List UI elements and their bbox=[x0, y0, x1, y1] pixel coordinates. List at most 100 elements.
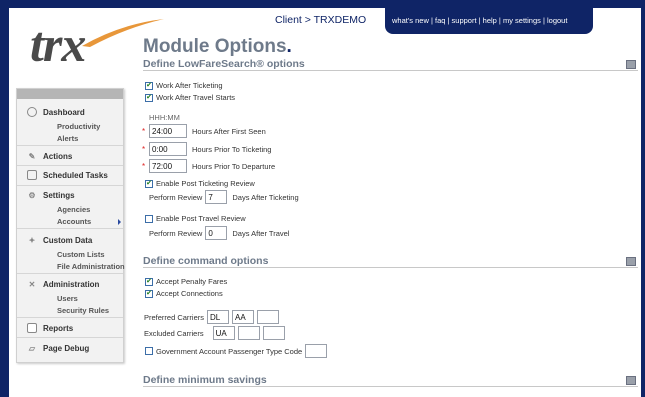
post-ticketing-review-label: Enable Post Ticketing Review bbox=[156, 179, 255, 188]
sidebar-subitem-users[interactable]: Users bbox=[57, 294, 78, 303]
gov-ptc-row[interactable]: Government Account Passenger Type Code bbox=[145, 344, 328, 358]
sidebar-divider bbox=[17, 228, 123, 229]
work-after-travel-label: Work After Travel Starts bbox=[156, 93, 236, 102]
perform-review-ticketing-prefix: Perform Review bbox=[149, 192, 203, 202]
accept-connections-checkbox[interactable]: ✔ bbox=[145, 289, 153, 298]
preferred-carrier-input-2[interactable]: AA bbox=[232, 310, 255, 324]
hours-prior-departure-label: Hours Prior To Departure bbox=[192, 161, 276, 171]
sidebar-item-dashboard[interactable]: Dashboard bbox=[27, 107, 85, 117]
required-marker: * bbox=[142, 145, 146, 154]
required-marker: * bbox=[142, 127, 146, 136]
excluded-carrier-input-3[interactable] bbox=[262, 326, 285, 340]
page-debug-icon: ▱ bbox=[28, 343, 36, 353]
work-after-travel-checkbox[interactable]: ✔ bbox=[145, 93, 153, 102]
sidebar-divider bbox=[17, 273, 123, 274]
sidebar-item-custom-data[interactable]: ✦ Custom Data bbox=[27, 235, 93, 245]
excluded-carriers-row: Excluded Carriers UA bbox=[144, 326, 285, 340]
hours-prior-departure-row: 72:00 Hours Prior To Departure bbox=[149, 159, 275, 173]
preferred-carriers-label: Preferred Carriers bbox=[144, 312, 205, 322]
accept-penalty-fares-label: Accept Penalty Fares bbox=[156, 277, 228, 286]
accept-connections-row[interactable]: ✔ Accept Connections bbox=[145, 289, 223, 298]
perform-review-travel-row: Perform Review 0 Days After Travel bbox=[149, 226, 289, 240]
sidebar-item-label: Dashboard bbox=[43, 107, 85, 117]
sidebar-subitem-file-administration[interactable]: File Administration bbox=[57, 262, 125, 271]
required-marker: * bbox=[142, 162, 146, 171]
accept-connections-label: Accept Connections bbox=[156, 289, 223, 298]
post-ticketing-review-checkbox[interactable]: ✔ bbox=[145, 179, 153, 188]
perform-review-travel-input[interactable]: 0 bbox=[205, 226, 228, 240]
help-icon[interactable] bbox=[626, 60, 636, 69]
sidebar-item-settings[interactable]: ⚙ Settings bbox=[27, 190, 75, 200]
section-divider bbox=[143, 386, 638, 387]
work-after-ticketing-row[interactable]: ✔ Work After Ticketing bbox=[145, 81, 223, 90]
sidebar-subitem-productivity[interactable]: Productivity bbox=[57, 122, 100, 131]
logo-text: trx bbox=[30, 16, 86, 72]
work-after-ticketing-checkbox[interactable]: ✔ bbox=[145, 81, 153, 90]
sidebar-divider bbox=[17, 165, 123, 166]
administration-icon: ✕ bbox=[28, 279, 36, 289]
gov-ptc-checkbox[interactable] bbox=[145, 347, 153, 355]
settings-icon: ⚙ bbox=[28, 190, 36, 200]
sidebar-item-scheduled-tasks[interactable]: Scheduled Tasks bbox=[27, 170, 108, 180]
excluded-carrier-input-1[interactable]: UA bbox=[212, 326, 235, 340]
sidebar-item-administration[interactable]: ✕ Administration bbox=[27, 279, 100, 289]
post-travel-review-label: Enable Post Travel Review bbox=[156, 214, 246, 223]
sidebar-divider bbox=[17, 185, 123, 186]
custom-data-icon: ✦ bbox=[28, 235, 36, 245]
sidebar-subitem-security-rules[interactable]: Security Rules bbox=[57, 306, 109, 315]
section-divider bbox=[143, 267, 638, 268]
help-icon[interactable] bbox=[626, 376, 636, 385]
savings-section-title: Define minimum savings bbox=[143, 374, 267, 386]
sidebar-item-label: Reports bbox=[43, 323, 74, 333]
command-section-title: Define command options bbox=[143, 255, 269, 267]
top-nav-links[interactable]: what's new | faq | support | help | my s… bbox=[392, 16, 567, 25]
hours-after-first-seen-input[interactable]: 24:00 bbox=[149, 124, 187, 138]
gov-ptc-label: Government Account Passenger Type Code bbox=[156, 346, 303, 356]
page-title-text: Module Options bbox=[143, 36, 287, 57]
hours-prior-ticketing-label: Hours Prior To Ticketing bbox=[192, 144, 272, 154]
reports-icon bbox=[27, 323, 37, 333]
post-travel-review-row[interactable]: Enable Post Travel Review bbox=[145, 214, 246, 223]
trx-logo: trx bbox=[30, 14, 164, 74]
section-divider bbox=[143, 70, 638, 71]
sidebar-item-label: Settings bbox=[43, 190, 75, 200]
gov-ptc-input[interactable] bbox=[305, 344, 328, 358]
client-label: Client > TRXDEMO bbox=[275, 14, 367, 26]
sidebar-subitem-custom-lists[interactable]: Custom Lists bbox=[57, 250, 105, 259]
sidebar-divider bbox=[17, 145, 123, 146]
page-title-dot: . bbox=[286, 36, 292, 57]
accept-penalty-fares-row[interactable]: ✔ Accept Penalty Fares bbox=[145, 277, 227, 286]
sidebar-subitem-agencies[interactable]: Agencies bbox=[57, 205, 90, 214]
sidebar-item-page-debug[interactable]: ▱ Page Debug bbox=[27, 343, 89, 353]
preferred-carrier-input-1[interactable]: DL bbox=[207, 310, 230, 324]
preferred-carriers-row: Preferred Carriers DL AA bbox=[144, 310, 280, 324]
perform-review-ticketing-row: Perform Review 7 Days After Ticketing bbox=[149, 190, 299, 204]
sidebar-subitem-alerts[interactable]: Alerts bbox=[57, 134, 78, 143]
hours-prior-ticketing-input[interactable]: 0:00 bbox=[149, 142, 187, 156]
work-after-ticketing-label: Work After Ticketing bbox=[156, 81, 223, 90]
hours-after-first-seen-row: 24:00 Hours After First Seen bbox=[149, 124, 266, 138]
sidebar-item-actions[interactable]: ✎ Actions bbox=[27, 151, 73, 161]
sidebar: Dashboard Productivity Alerts ✎ Actions … bbox=[16, 88, 125, 363]
hours-prior-ticketing-row: 0:00 Hours Prior To Ticketing bbox=[149, 142, 271, 156]
hours-prior-departure-input[interactable]: 72:00 bbox=[149, 159, 187, 173]
lowfare-section-title: Define LowFareSearch® options bbox=[143, 58, 305, 70]
sidebar-item-label: Administration bbox=[43, 279, 100, 289]
preferred-carrier-input-3[interactable] bbox=[257, 310, 280, 324]
post-travel-review-checkbox[interactable] bbox=[145, 214, 153, 223]
help-icon[interactable] bbox=[626, 257, 636, 266]
perform-review-ticketing-input[interactable]: 7 bbox=[205, 190, 228, 204]
sidebar-header bbox=[17, 89, 123, 99]
work-after-travel-row[interactable]: ✔ Work After Travel Starts bbox=[145, 93, 235, 102]
excluded-carriers-label: Excluded Carriers bbox=[144, 328, 204, 338]
sidebar-item-label: Scheduled Tasks bbox=[43, 170, 108, 180]
submenu-arrow-icon bbox=[118, 219, 121, 225]
sidebar-subitem-accounts[interactable]: Accounts bbox=[57, 217, 91, 226]
accept-penalty-fares-checkbox[interactable]: ✔ bbox=[145, 277, 153, 286]
excluded-carrier-input-2[interactable] bbox=[237, 326, 260, 340]
perform-review-travel-prefix: Perform Review bbox=[149, 228, 203, 238]
post-ticketing-review-row[interactable]: ✔ Enable Post Ticketing Review bbox=[145, 179, 255, 188]
sidebar-item-reports[interactable]: Reports bbox=[27, 323, 73, 333]
perform-review-travel-suffix: Days After Travel bbox=[232, 228, 290, 238]
dashboard-icon bbox=[27, 107, 37, 117]
